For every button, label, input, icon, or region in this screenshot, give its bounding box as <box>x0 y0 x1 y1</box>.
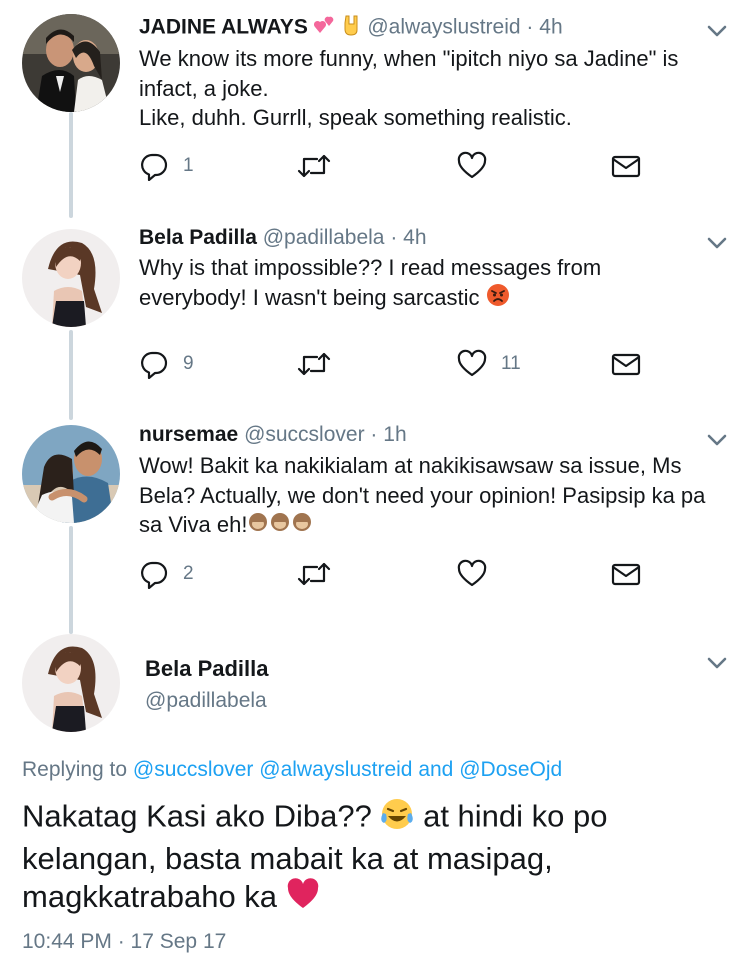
avatar[interactable] <box>22 425 120 523</box>
chevron-down-icon[interactable] <box>706 24 728 38</box>
envelope-icon <box>611 155 641 178</box>
replying-label: Replying to <box>22 758 128 781</box>
thread-line <box>69 330 73 420</box>
like-button[interactable] <box>457 559 487 589</box>
envelope-icon <box>611 353 641 376</box>
like-count: 11 <box>501 353 521 374</box>
rock-hand-emoji-icon <box>342 14 362 42</box>
handle[interactable]: @alwayslustreid <box>367 16 520 39</box>
tweet-actions: 1 <box>139 151 659 185</box>
retweet-button[interactable] <box>297 559 331 589</box>
separator-dot: · <box>390 226 398 249</box>
chevron-down-icon[interactable] <box>706 433 728 447</box>
replying-to: Replying to @succslover @alwayslustreid … <box>22 758 562 782</box>
display-name[interactable]: Bela Padilla <box>139 226 257 249</box>
like-button[interactable]: 11 <box>457 349 521 379</box>
tweet-text: Nakatag Kasi ako Diba?? at hindi ko po k… <box>22 797 722 919</box>
direct-message-button[interactable] <box>611 559 641 589</box>
tweet-body: We know its more funny, when "ipitch niy… <box>139 44 734 133</box>
tweet-text: Wow! Bakit ka nakikialam at nakikisawsaw… <box>139 451 734 541</box>
reply-button[interactable]: 2 <box>139 559 194 589</box>
reply-icon <box>141 351 168 379</box>
reply-count: 2 <box>183 563 194 584</box>
tweet-text: We know its more funny, when "ipitch niy… <box>139 46 679 101</box>
reply-icon <box>141 153 168 181</box>
handle[interactable]: @padillabela <box>145 689 267 713</box>
display-name[interactable]: JADINE ALWAYS <box>139 16 308 39</box>
tweet-time[interactable]: 4h <box>539 16 562 39</box>
thread-line <box>69 526 73 634</box>
tweet-body: Why is that impossible?? I read messages… <box>139 253 649 314</box>
handle[interactable]: @succslover <box>244 423 365 446</box>
see-no-evil-monkey-emoji-icon <box>247 511 313 541</box>
chevron-down-icon[interactable] <box>706 236 728 250</box>
reply-icon <box>141 561 168 589</box>
tweet-text: Like, duhh. Gurrll, speak something real… <box>139 105 572 130</box>
reply-count: 9 <box>183 353 194 374</box>
separator-dot: · <box>370 423 378 446</box>
display-name[interactable]: Bela Padilla <box>145 656 269 682</box>
retweet-icon <box>297 154 331 178</box>
avatar[interactable] <box>22 14 120 112</box>
chevron-down-icon[interactable] <box>706 656 728 670</box>
avatar[interactable] <box>22 229 120 327</box>
thread-line <box>69 112 73 218</box>
avatar[interactable] <box>22 634 120 732</box>
mention-link[interactable]: @succslover <box>133 758 254 781</box>
retweet-icon <box>297 352 331 376</box>
heart-icon <box>457 349 487 377</box>
like-button[interactable] <box>457 151 487 181</box>
reply-count: 1 <box>183 155 194 176</box>
separator-dot: · <box>526 15 534 39</box>
angry-face-emoji-icon <box>486 283 510 315</box>
tweet-text: Why is that impossible?? I read messages… <box>139 253 649 314</box>
tears-of-joy-emoji-icon <box>380 797 414 840</box>
retweet-button[interactable] <box>297 349 331 379</box>
mention-link[interactable]: @alwayslustreid <box>259 758 412 781</box>
retweet-button[interactable] <box>297 151 331 181</box>
tweet-time[interactable]: 1h <box>383 423 406 446</box>
heart-icon <box>457 559 487 587</box>
retweet-icon <box>297 562 331 586</box>
mention-link[interactable]: @DoseOjd <box>459 758 562 781</box>
tweet-header: nursemae @succslover · 1h <box>139 423 407 447</box>
heart-icon <box>457 151 487 179</box>
direct-message-button[interactable] <box>611 151 641 181</box>
tweet-timestamp[interactable]: 10:44 PM · 17 Sep 17 <box>22 930 226 954</box>
tweet-actions: 9 11 <box>139 349 659 383</box>
replying-and: and <box>418 758 454 781</box>
direct-message-button[interactable] <box>611 349 641 379</box>
handle[interactable]: @padillabela <box>263 226 385 249</box>
tweet-actions: 2 <box>139 559 659 593</box>
display-name[interactable]: nursemae <box>139 423 238 446</box>
two-hearts-emoji-icon <box>313 15 336 41</box>
tweet-header: Bela Padilla @padillabela · 4h <box>139 226 427 250</box>
tweet-header: JADINE ALWAYS @alwayslustreid · 4h <box>139 14 563 42</box>
tweet-body: Wow! Bakit ka nakikialam at nakikisawsaw… <box>139 451 734 541</box>
tweet-time[interactable]: 4h <box>403 226 426 249</box>
envelope-icon <box>611 563 641 586</box>
red-heart-emoji-icon <box>286 878 320 919</box>
reply-button[interactable]: 9 <box>139 349 194 379</box>
reply-button[interactable]: 1 <box>139 151 194 181</box>
